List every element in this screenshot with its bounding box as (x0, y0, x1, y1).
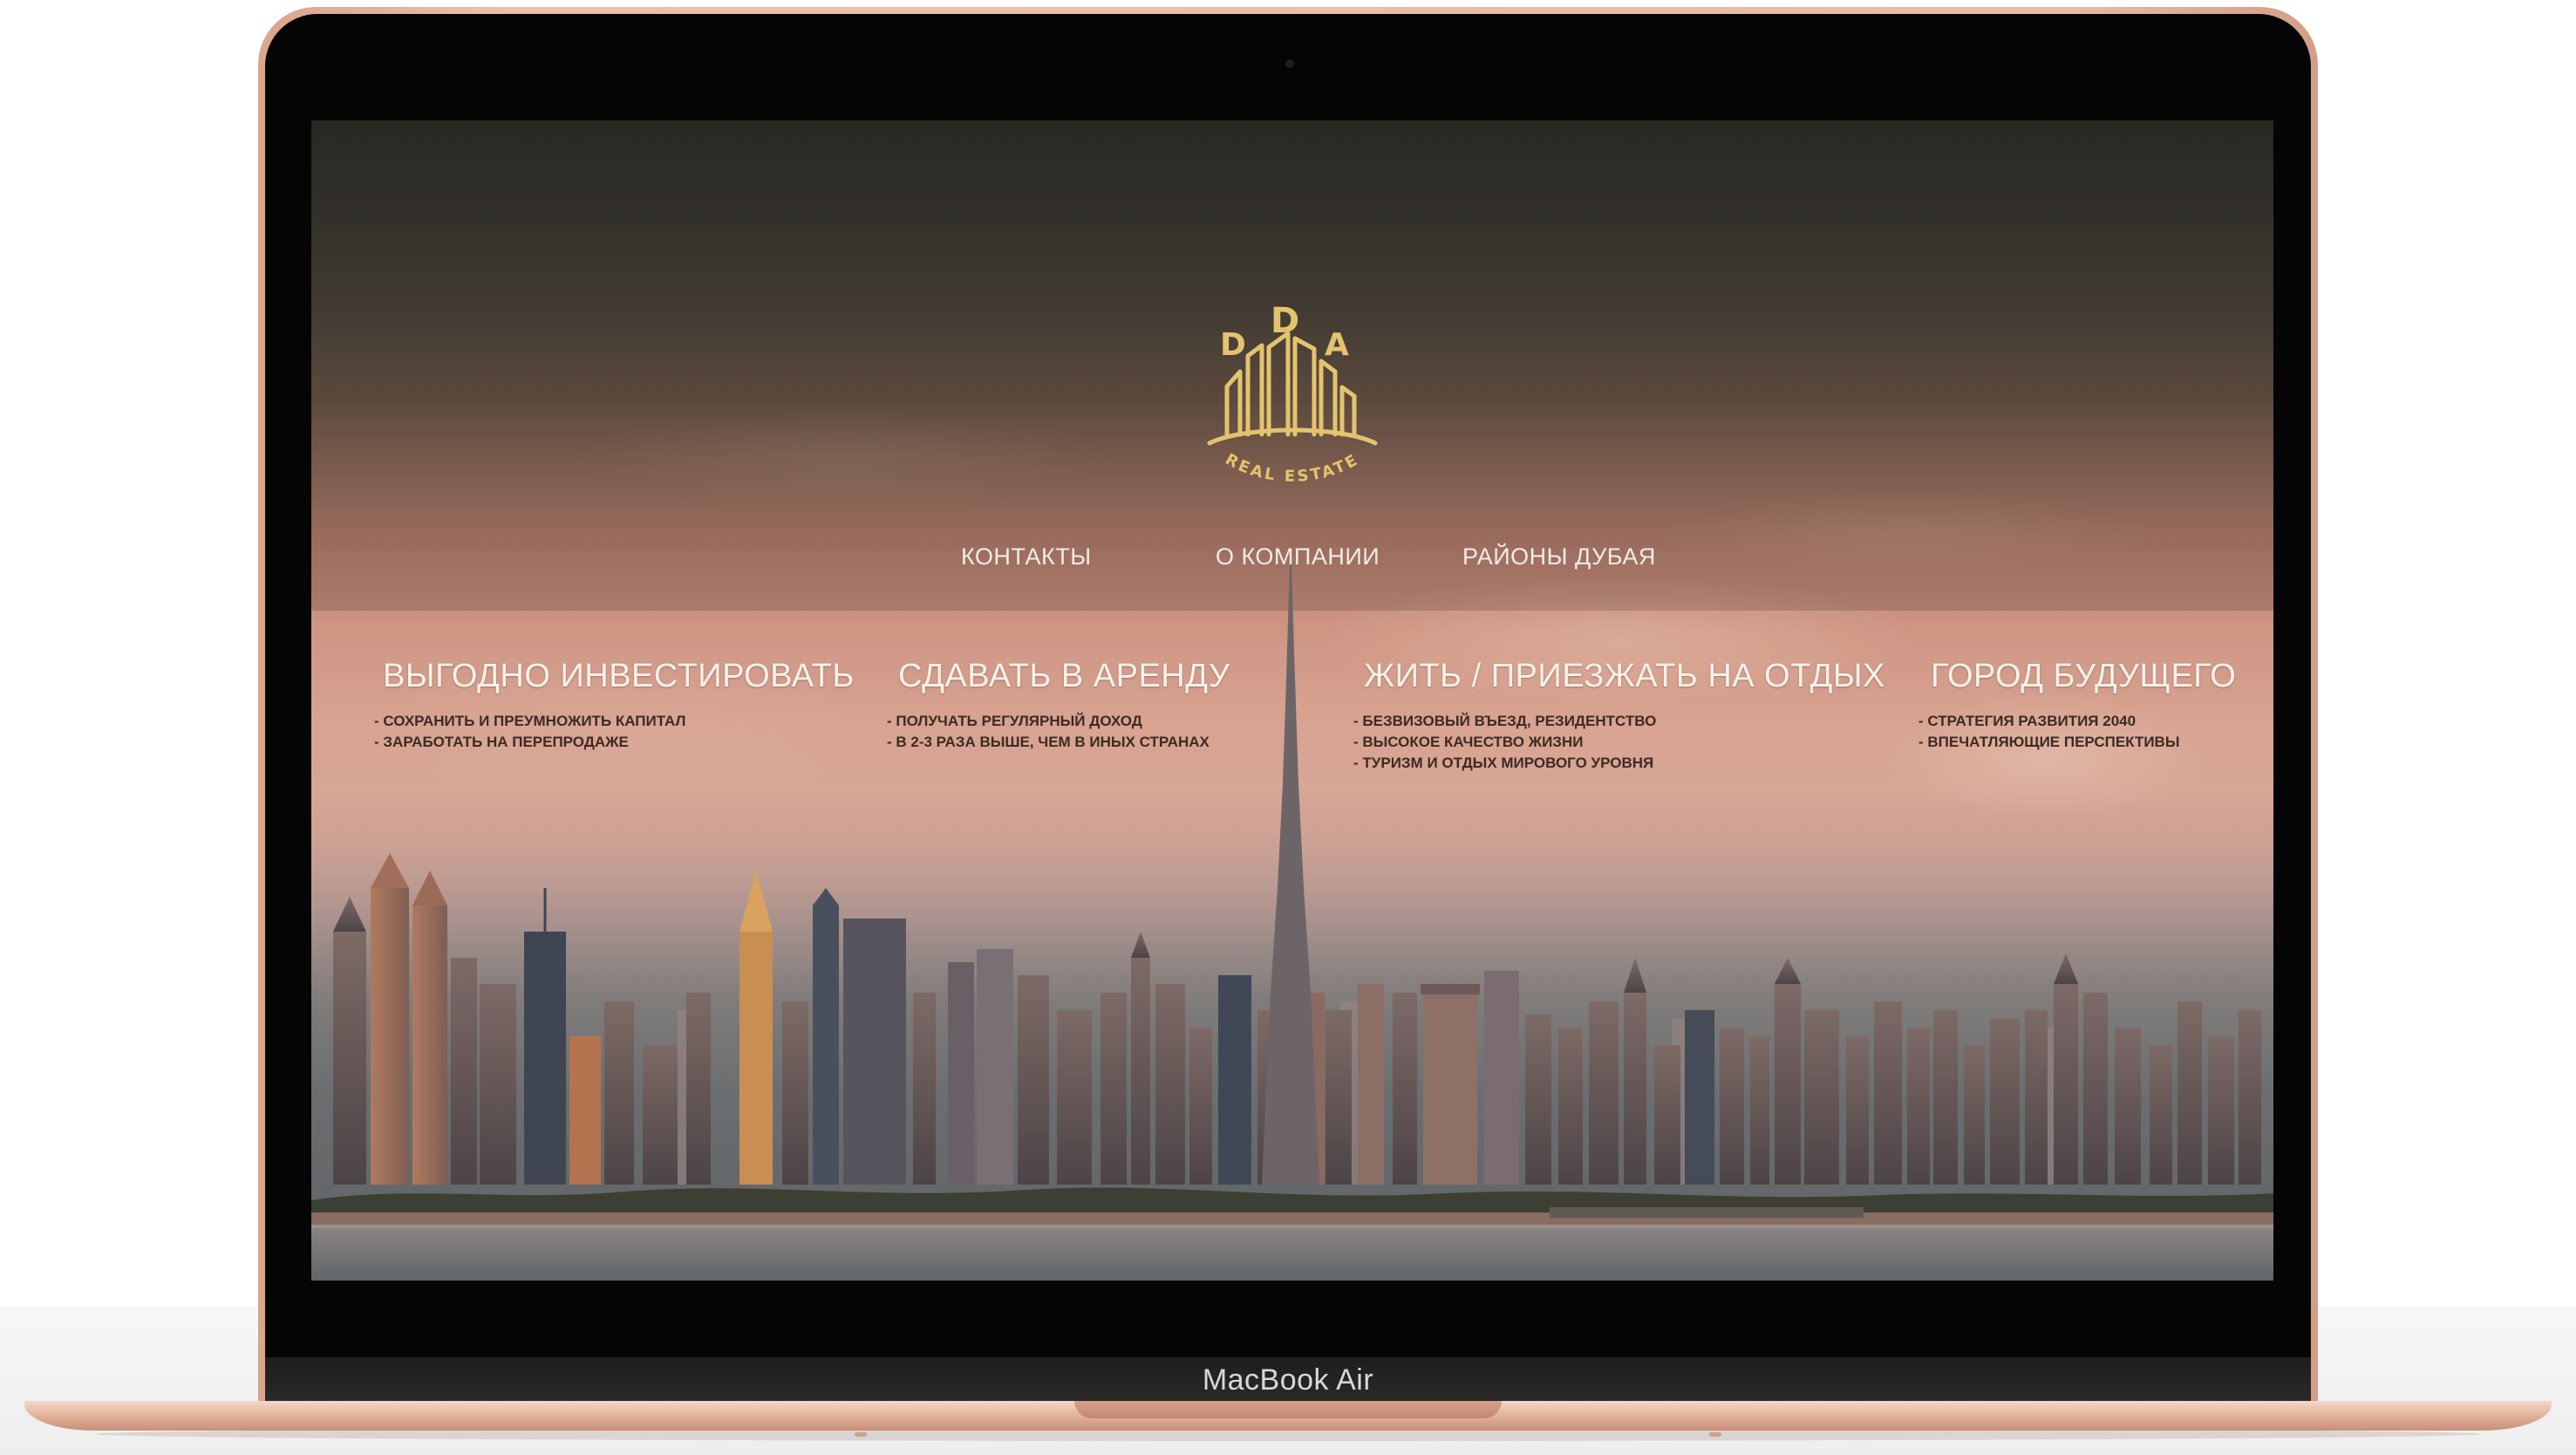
feature-title-rent: СДАВАТЬ В АРЕНДУ (898, 658, 1230, 694)
feature-list-invest: СОХРАНИТЬ И ПРЕУМНОЖИТЬ КАПИТАЛ ЗАРАБОТА… (374, 711, 685, 753)
site-logo[interactable]: D D A REAL ESTATE (1192, 304, 1393, 495)
feature-list-live: БЕЗВИЗОВЫЙ ВЪЕЗД, РЕЗИДЕНТСТВО ВЫСОКОЕ К… (1353, 711, 1656, 774)
device-model-label: MacBook Air (1202, 1363, 1374, 1397)
nav-about-company[interactable]: О КОМПАНИИ (1216, 539, 1380, 574)
feature-point: ПОЛУЧАТЬ РЕГУЛЯРНЫЙ ДОХОД (887, 711, 1210, 732)
nav-contacts[interactable]: КОНТАКТЫ (961, 539, 1092, 574)
nav-dubai-districts[interactable]: РАЙОНЫ ДУБАЯ (1462, 539, 1656, 574)
laptop-foot (855, 1432, 867, 1437)
feature-list-future-city: СТРАТЕГИЯ РАЗВИТИЯ 2040 ВПЕЧАТЛЯЮЩИЕ ПЕР… (1918, 711, 2179, 753)
city-buildings-logo-icon: REAL ESTATE (1207, 331, 1378, 486)
logo-tagline: REAL ESTATE (1222, 450, 1360, 486)
dubai-skyline-photo (311, 539, 2273, 1281)
feature-title-invest: ВЫГОДНО ИНВЕСТИРОВАТЬ (383, 658, 855, 694)
laptop-foot (1709, 1432, 1721, 1437)
feature-point: ЗАРАБОТАТЬ НА ПЕРЕПРОДАЖЕ (374, 732, 685, 753)
feature-point: ВЫСОКОЕ КАЧЕСТВО ЖИЗНИ (1353, 732, 1656, 753)
feature-point: ТУРИЗМ И ОТДЫХ МИРОВОГО УРОВНЯ (1353, 753, 1656, 774)
feature-point: БЕЗВИЗОВЫЙ ВЪЕЗД, РЕЗИДЕНТСТВО (1353, 711, 1656, 732)
feature-point: СОХРАНИТЬ И ПРЕУМНОЖИТЬ КАПИТАЛ (374, 711, 685, 732)
camera-icon (1285, 59, 1294, 68)
feature-title-live: ЖИТЬ / ПРИЕЗЖАТЬ НА ОТДЫХ (1364, 658, 1885, 694)
feature-point: В 2-3 РАЗА ВЫШЕ, ЧЕМ В ИНЫХ СТРАНАХ (887, 732, 1209, 753)
feature-title-future-city: ГОРОД БУДУЩЕГО (1931, 658, 2237, 694)
feature-list-rent: ПОЛУЧАТЬ РЕГУЛЯРНЫЙ ДОХОД В 2-3 РАЗА ВЫШ… (887, 711, 1210, 753)
feature-point: ВПЕЧАТЛЯЮЩИЕ ПЕРСПЕКТИВЫ (1918, 732, 2179, 753)
lid-opening-notch (1074, 1401, 1502, 1418)
website-screen: D D A REAL ESTATE КОНТАКТЫ О КОМПАНИИ РА… (311, 120, 2273, 1281)
svg-text:REAL ESTATE: REAL ESTATE (1222, 450, 1362, 486)
feature-point: СТРАТЕГИЯ РАЗВИТИЯ 2040 (1918, 711, 2179, 732)
